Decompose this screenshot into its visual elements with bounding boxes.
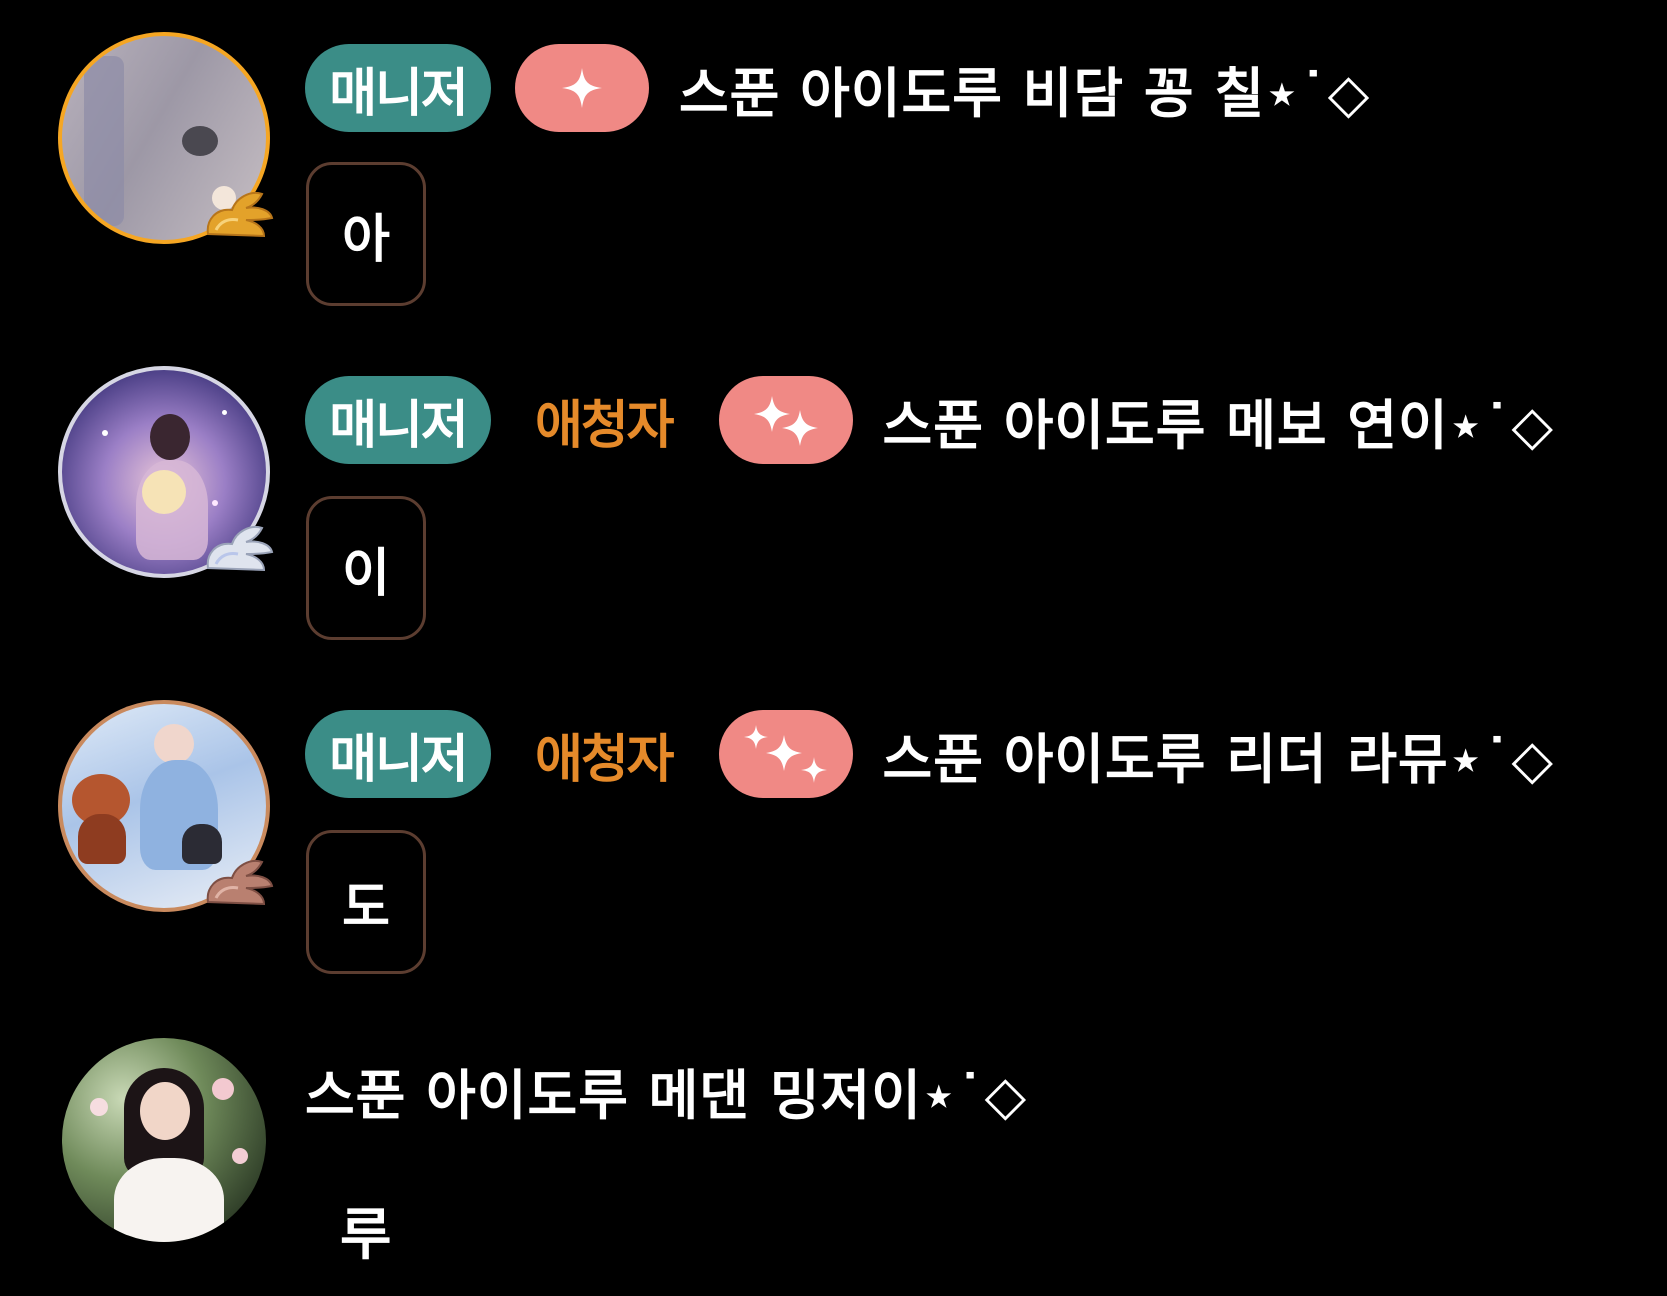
sparkle-icon (562, 68, 602, 108)
nickname[interactable]: 스푼 아이도루 비담 꽁 칠⋆˙◇ (679, 49, 1370, 128)
avatar-container[interactable] (58, 1034, 270, 1246)
sparkle-badge (718, 710, 853, 798)
avatar-container[interactable] (58, 700, 274, 912)
manager-badge: 매니저 (305, 376, 491, 464)
avatar-figure-body (84, 56, 124, 226)
avatar-star (212, 500, 218, 506)
avatar-figure (140, 1082, 190, 1140)
message-header: 매니저 애청자 스푼 아이도루 메보 연이⋆˙◇ (305, 374, 1554, 466)
nickname[interactable]: 스푼 아이도루 메댄 밍저이⋆˙◇ (305, 1051, 1027, 1130)
message-header: 매니저 애청자 스푼 아이도루 리더 라뮤⋆˙◇ (305, 708, 1554, 800)
fan-role-label: 애청자 (535, 729, 675, 790)
avatar[interactable] (58, 1034, 270, 1246)
sparkles-icon (743, 725, 827, 783)
gold-wing-icon (206, 192, 274, 238)
message-header: 스푼 아이도루 메댄 밍저이⋆˙◇ (305, 1044, 1027, 1136)
avatar-star (222, 410, 227, 415)
avatar-figure (182, 126, 218, 156)
avatar-flower (212, 1078, 234, 1100)
avatar-figure-body (114, 1158, 224, 1242)
sparkle-badge (718, 376, 853, 464)
avatar-star (102, 430, 108, 436)
avatar-container[interactable] (58, 32, 274, 244)
message-bubble[interactable]: 아 (306, 162, 426, 306)
manager-badge: 매니저 (305, 44, 491, 132)
avatar-figure (154, 724, 194, 764)
sparkles-icon (753, 396, 818, 446)
avatar-figure (150, 414, 190, 460)
avatar-flower (90, 1098, 108, 1116)
message-header: 매니저 스푼 아이도루 비담 꽁 칠⋆˙◇ (305, 42, 1370, 134)
message-bubble[interactable]: 이 (306, 496, 426, 640)
nickname[interactable]: 스푼 아이도루 메보 연이⋆˙◇ (883, 381, 1555, 460)
avatar-moon (142, 470, 186, 514)
avatar-container[interactable] (58, 366, 274, 578)
nickname[interactable]: 스푼 아이도루 리더 라뮤⋆˙◇ (883, 715, 1555, 794)
manager-badge: 매니저 (305, 710, 491, 798)
silver-wing-icon (206, 526, 274, 572)
sparkle-badge (515, 44, 649, 132)
avatar-bear-body (78, 814, 126, 864)
avatar-flower (232, 1148, 248, 1164)
fan-role-label: 애청자 (535, 395, 675, 456)
bronze-wing-icon (206, 860, 274, 906)
message-text[interactable]: 루 (340, 1190, 392, 1271)
message-bubble[interactable]: 도 (306, 830, 426, 974)
